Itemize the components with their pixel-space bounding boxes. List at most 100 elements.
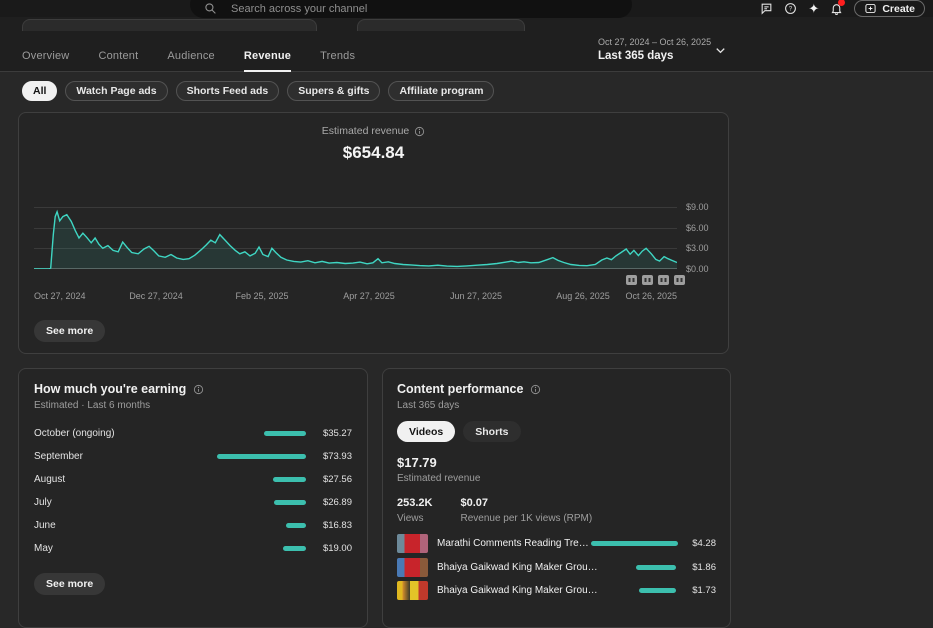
earnings-value: $16.83 (314, 520, 352, 531)
video-row[interactable]: Bhaiya Gaikwad King Maker Group | Marat.… (397, 556, 716, 580)
video-bar-0[interactable] (591, 541, 678, 546)
filter-chip-supers-gifts[interactable]: Supers & gifts (287, 81, 380, 101)
views-value: 253.2K (397, 497, 432, 509)
earnings-card: How much you're earning Estimated · Last… (18, 368, 368, 628)
earnings-row: August $27.56 (34, 468, 352, 491)
performance-revenue-value: $17.79 (397, 455, 437, 470)
revenue-filter-chips: All Watch Page ads Shorts Feed ads Super… (22, 81, 494, 101)
earnings-value: $19.00 (314, 543, 352, 554)
notification-badge (838, 0, 845, 6)
tab-content[interactable]: Content (98, 47, 138, 72)
create-button[interactable]: Create (854, 0, 925, 17)
revenue-line-chart[interactable] (34, 198, 677, 269)
earnings-bar-4[interactable] (286, 523, 306, 528)
help-icon[interactable]: ? (784, 2, 797, 15)
earnings-row: October (ongoing) $35.27 (34, 422, 352, 445)
rpm-value: $0.07 (460, 497, 592, 509)
topbar-actions: ? ✦ Create (760, 0, 925, 17)
tab-trends[interactable]: Trends (320, 47, 355, 72)
notifications-icon[interactable] (830, 2, 843, 15)
chart-total-value: $654.84 (19, 143, 728, 163)
earnings-bar-3[interactable] (274, 500, 306, 505)
filter-chip-watch-page-ads[interactable]: Watch Page ads (65, 81, 167, 101)
see-more-button[interactable]: See more (34, 573, 105, 595)
earnings-row: July $26.89 (34, 491, 352, 514)
earnings-month-label: September (34, 451, 83, 462)
video-title: Marathi Comments Reading Trending Mar... (437, 538, 591, 549)
topbar: Search across your channel ? ✦ Create (0, 0, 933, 17)
x-axis-tick: Dec 27, 2024 (129, 291, 183, 301)
earnings-month-label: August (34, 474, 65, 485)
info-icon[interactable] (414, 126, 425, 137)
chevron-down-icon[interactable] (713, 43, 728, 58)
feedback-icon[interactable] (760, 2, 773, 15)
earnings-value: $27.56 (314, 474, 352, 485)
rpm-label: Revenue per 1K views (RPM) (460, 513, 592, 524)
video-bar-2[interactable] (639, 588, 676, 593)
earnings-month-label: May (34, 543, 53, 554)
earnings-bar-5[interactable] (283, 546, 306, 551)
date-range-text: Oct 27, 2024 – Oct 26, 2025 (598, 37, 711, 47)
video-thumbnail (397, 558, 428, 577)
earnings-value: $73.93 (314, 451, 352, 462)
search-icon (204, 2, 217, 15)
chip-shorts[interactable]: Shorts (463, 421, 520, 442)
event-marker-icon[interactable] (642, 272, 653, 290)
earnings-value: $26.89 (314, 497, 352, 508)
rpm-stat: $0.07 Revenue per 1K views (RPM) (460, 497, 592, 524)
filter-chip-all[interactable]: All (22, 81, 57, 101)
event-marker-icon[interactable] (674, 272, 685, 290)
earnings-row: May $19.00 (34, 537, 352, 560)
video-bar-1[interactable] (636, 565, 676, 570)
x-axis-tick: Apr 27, 2025 (343, 291, 395, 301)
event-marker-icon[interactable] (626, 272, 637, 290)
event-marker-icon[interactable] (658, 272, 669, 290)
top-videos-list: Marathi Comments Reading Trending Mar...… (397, 532, 716, 603)
date-range-label: Last 365 days (598, 50, 711, 62)
search-placeholder: Search across your channel (231, 3, 367, 15)
timeline-event-markers (626, 272, 685, 290)
scrolled-card-peek (357, 19, 525, 31)
see-more-button[interactable]: See more (34, 320, 105, 342)
views-label: Views (397, 513, 432, 524)
earnings-bar-1[interactable] (217, 454, 306, 459)
revenue-series (34, 198, 677, 269)
chart-title: Estimated revenue (322, 125, 410, 137)
date-range-selector[interactable]: Oct 27, 2024 – Oct 26, 2025 Last 365 day… (598, 37, 711, 62)
filter-chip-affiliate-program[interactable]: Affiliate program (388, 81, 494, 101)
sparkle-icon[interactable]: ✦ (808, 2, 819, 15)
tab-revenue[interactable]: Revenue (244, 47, 291, 72)
info-icon[interactable] (193, 384, 204, 395)
search-input[interactable]: Search across your channel (190, 0, 632, 18)
earnings-rows: October (ongoing) $35.27 September $73.9… (34, 422, 352, 560)
performance-revenue-label: Estimated revenue (397, 473, 480, 484)
earnings-month-label: July (34, 497, 52, 508)
y-axis-tick: $9.00 (686, 202, 709, 212)
video-title: Bhaiya Gaikwad King Maker Group | Marat.… (437, 562, 599, 573)
x-axis-tick: Oct 26, 2025 (625, 291, 677, 301)
svg-text:?: ? (789, 7, 793, 13)
chip-videos[interactable]: Videos (397, 421, 455, 442)
earnings-row: September $73.93 (34, 445, 352, 468)
estimated-revenue-card: Estimated revenue $654.84 $9.00 $6.00 $3… (18, 112, 729, 354)
tab-audience[interactable]: Audience (167, 47, 214, 72)
y-axis-tick: $6.00 (686, 223, 709, 233)
x-axis: Oct 27, 2024 Dec 27, 2024 Feb 25, 2025 A… (34, 291, 677, 301)
filter-chip-shorts-feed-ads[interactable]: Shorts Feed ads (176, 81, 280, 101)
analytics-header: Overview Content Audience Revenue Trends… (0, 17, 933, 72)
x-axis-tick: Aug 26, 2025 (556, 291, 610, 301)
video-row[interactable]: Marathi Comments Reading Trending Mar...… (397, 532, 716, 556)
earnings-bar-0[interactable] (264, 431, 306, 436)
content-performance-subtitle: Last 365 days (397, 400, 459, 411)
video-thumbnail (397, 581, 428, 600)
scrolled-card-peek (22, 19, 317, 31)
video-revenue: $1.73 (684, 585, 716, 596)
content-type-toggle: Videos Shorts (397, 421, 521, 442)
earnings-row: June $16.83 (34, 514, 352, 537)
info-icon[interactable] (530, 384, 541, 395)
tab-overview[interactable]: Overview (22, 47, 69, 72)
create-icon (864, 2, 877, 15)
video-revenue: $4.28 (686, 538, 716, 549)
earnings-bar-2[interactable] (273, 477, 306, 482)
earnings-month-label: June (34, 520, 56, 531)
